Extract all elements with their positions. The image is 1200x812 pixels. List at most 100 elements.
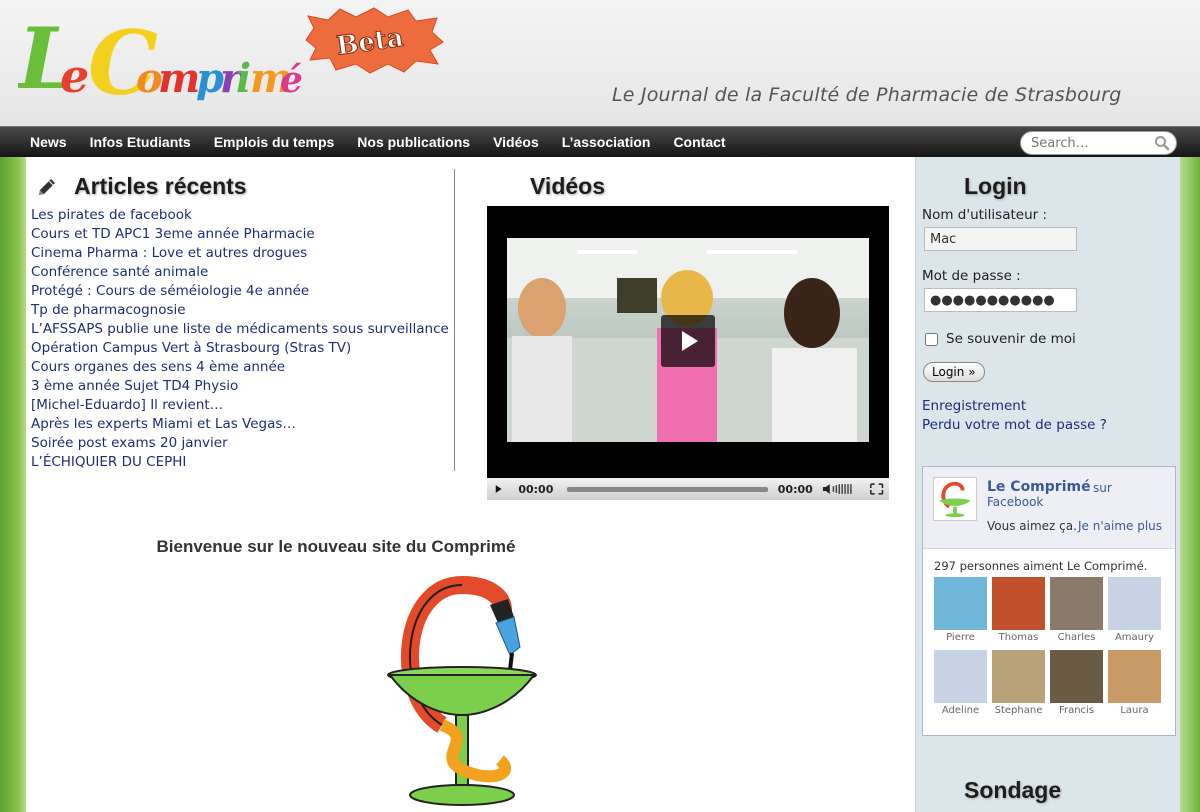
search-icon[interactable] <box>1154 135 1170 151</box>
sidebar: Login Nom d'utilisateur : Mot de passe :… <box>915 157 1180 812</box>
article-link[interactable]: Cours et TD APC1 3eme année Pharmacie <box>31 225 449 244</box>
main-nav: News Infos Etudiants Emplois du temps No… <box>0 126 1200 157</box>
register-link[interactable]: Enregistrement <box>922 398 1026 414</box>
poll-title: Sondage <box>964 777 1062 803</box>
article-link[interactable]: Tp de pharmacognosie <box>31 301 449 320</box>
pharmacy-emblem-image <box>387 575 537 806</box>
article-link[interactable]: Conférence santé animale <box>31 263 449 282</box>
facebook-fan-grid: Pierre Thomas Charles Amaury Adeline Ste… <box>934 577 1161 716</box>
avatar <box>1108 650 1161 703</box>
play-button[interactable] <box>661 315 715 367</box>
nav-item-association[interactable]: L’association <box>562 127 651 158</box>
articles-title: Articles récents <box>74 173 247 199</box>
facebook-page-name[interactable]: Le Comprimé <box>987 479 1091 495</box>
left-decor-band <box>0 157 26 812</box>
play-icon <box>682 331 698 351</box>
search-box <box>1020 131 1177 155</box>
login-button[interactable]: Login » <box>923 362 985 382</box>
article-link[interactable]: L’AFSSAPS publie une liste de médicament… <box>31 320 449 339</box>
fan-name: Laura <box>1120 705 1149 716</box>
articles-header: Articles récents <box>36 173 247 200</box>
fan-name: Pierre <box>946 632 975 643</box>
nav-item-news[interactable]: News <box>30 127 67 158</box>
article-link[interactable]: Cours organes des sens 4 ème année <box>31 358 449 377</box>
nav-item-infos-etudiants[interactable]: Infos Etudiants <box>90 127 191 158</box>
video-player: 00:00 00:00 <box>487 206 889 500</box>
avatar <box>934 577 987 630</box>
pencil-icon <box>39 178 55 195</box>
facebook-unlike-link[interactable]: Je n'aime plus <box>1078 519 1162 533</box>
username-label: Nom d'utilisateur : <box>922 207 1048 223</box>
fan-name: Charles <box>1057 632 1096 643</box>
facebook-fan-count: 297 personnes aiment Le Comprimé. <box>934 559 1148 573</box>
column-divider <box>454 169 455 471</box>
lost-password-link[interactable]: Perdu votre mot de passe ? <box>922 417 1107 433</box>
article-link[interactable]: Après les experts Miami et Las Vegas… <box>31 415 449 434</box>
avatar <box>1050 650 1103 703</box>
fan-name: Stephane <box>994 705 1043 716</box>
fan-item[interactable]: Francis <box>1050 650 1103 716</box>
svg-text:e: e <box>60 49 89 103</box>
nav-item-emplois-du-temps[interactable]: Emplois du temps <box>214 127 335 158</box>
article-link[interactable]: Les pirates de facebook <box>31 206 449 225</box>
site-logo[interactable]: L e C o m p r i m é <box>18 0 303 125</box>
fan-item[interactable]: Adeline <box>934 650 987 716</box>
article-link[interactable]: [Michel-Eduardo] Il revient… <box>31 396 449 415</box>
fan-name: Thomas <box>998 632 1039 643</box>
remember-me[interactable]: Se souvenir de moi <box>925 331 1076 347</box>
nav-item-contact[interactable]: Contact <box>673 127 725 158</box>
remember-label: Se souvenir de moi <box>946 331 1076 347</box>
article-link[interactable]: L’ÉCHIQUIER DU CEPHI <box>31 453 449 472</box>
fan-item[interactable]: Thomas <box>992 577 1045 643</box>
article-link[interactable]: Cinema Pharma : Love et autres drogues <box>31 244 449 263</box>
fullscreen-icon[interactable] <box>864 478 889 500</box>
current-time: 00:00 <box>518 482 554 496</box>
remember-checkbox[interactable] <box>925 332 938 346</box>
facebook-box-header: Le Comprimé sur Facebook Vous aimez ça. … <box>923 467 1175 549</box>
search-input[interactable] <box>1031 134 1151 152</box>
article-link[interactable]: Opération Campus Vert à Strasbourg (Stra… <box>31 339 449 358</box>
video-controls: 00:00 00:00 <box>487 478 889 500</box>
recent-articles-list: Les pirates de facebook Cours et TD APC1… <box>31 206 449 472</box>
fan-name: Amaury <box>1114 632 1155 643</box>
article-link[interactable]: Soirée post exams 20 janvier <box>31 434 449 453</box>
fan-name: Adeline <box>941 705 980 716</box>
right-decor-band <box>1180 157 1200 812</box>
videos-title: Vidéos <box>530 173 605 199</box>
progress-track[interactable] <box>567 486 768 492</box>
fan-item[interactable]: Laura <box>1108 650 1161 716</box>
site-header: L e C o m p r i m é Beta Le Journal de l… <box>0 0 1200 126</box>
fan-item[interactable]: Amaury <box>1108 577 1161 643</box>
avatar <box>934 650 987 703</box>
article-link[interactable]: 3 ème année Sujet TD4 Physio <box>31 377 449 396</box>
play-small-icon[interactable] <box>487 478 510 500</box>
volume-icon[interactable] <box>821 478 860 500</box>
article-link[interactable]: Protégé : Cours de séméiologie 4e année <box>31 282 449 301</box>
fan-item[interactable]: Stephane <box>992 650 1045 716</box>
welcome-heading: Bienvenue sur le nouveau site du Comprim… <box>156 537 516 556</box>
facebook-link[interactable]: Facebook <box>987 495 1043 509</box>
username-field[interactable] <box>924 227 1077 251</box>
facebook-like-status: Vous aimez ça. <box>987 519 1077 533</box>
avatar <box>1050 577 1103 630</box>
facebook-like-box: Le Comprimé sur Facebook Vous aimez ça. … <box>922 466 1176 736</box>
svg-text:m: m <box>158 55 200 102</box>
avatar <box>992 577 1045 630</box>
fan-name: Francis <box>1058 705 1095 716</box>
password-label: Mot de passe : <box>922 268 1021 284</box>
fan-item[interactable]: Pierre <box>934 577 987 643</box>
page-avatar[interactable] <box>933 477 977 521</box>
video-frame[interactable] <box>507 238 869 442</box>
beta-badge: Beta <box>305 7 444 74</box>
nav-item-videos[interactable]: Vidéos <box>493 127 539 158</box>
fan-item[interactable]: Charles <box>1050 577 1103 643</box>
password-field[interactable] <box>924 288 1077 312</box>
site-tagline: Le Journal de la Faculté de Pharmacie de… <box>612 84 1122 106</box>
avatar <box>992 650 1045 703</box>
avatar <box>1108 577 1161 630</box>
total-time: 00:00 <box>777 482 813 496</box>
main-content: Articles récents Les pirates de facebook… <box>26 157 915 812</box>
facebook-sur-text: sur <box>1093 481 1112 495</box>
nav-item-nos-publications[interactable]: Nos publications <box>357 127 470 158</box>
login-title: Login <box>964 173 1027 199</box>
